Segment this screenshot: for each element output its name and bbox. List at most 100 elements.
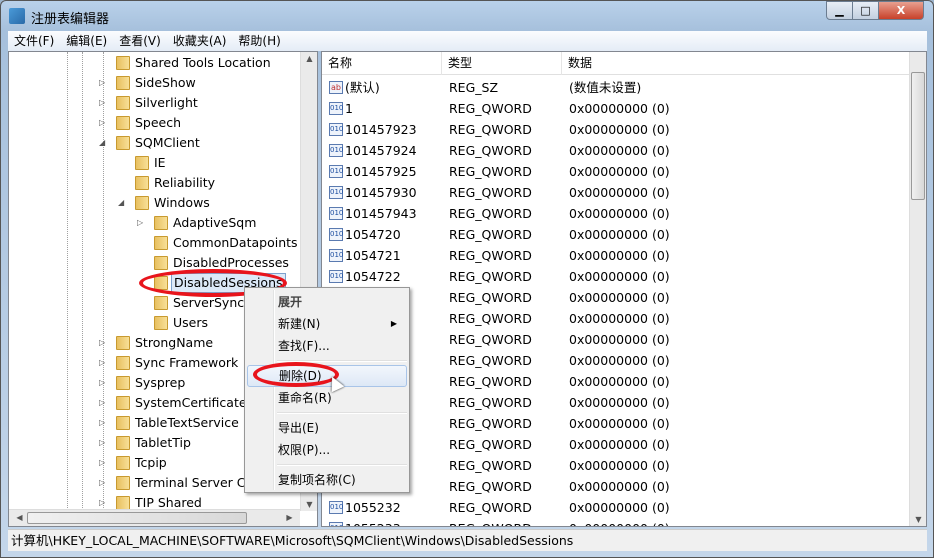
minimize-button[interactable]: ▁ [826,1,853,20]
menu-1[interactable]: 编辑(E) [60,31,113,51]
cell-name: 1 [345,101,353,116]
expand-arrow-icon[interactable]: ▷ [99,433,108,453]
table-row[interactable]: 010REG_QWORD0x00000000 (0) [322,476,910,497]
column-type[interactable]: 类型 [442,52,562,75]
value-list: 名称 类型 数据 ab (默认) REG_SZ (数值未设置) 010 1 REG_QWOR… [321,51,927,527]
expand-arrow-icon[interactable]: ▷ [99,393,108,413]
table-row[interactable]: 010 101457930 REG_QWORD 0x00000000 (0) [322,182,910,203]
menu-0[interactable]: 文件(F) [8,31,60,51]
tree-item[interactable]: ◢ SQMClient [9,133,299,153]
table-row[interactable]: 010 1054721 REG_QWORD 0x00000000 (0) [322,245,910,266]
cell-type: REG_QWORD [449,143,532,158]
expand-arrow-icon[interactable]: ▷ [99,113,108,133]
table-row[interactable]: 0101055233 REG_QWORD 0x00000000 (0) [322,518,910,526]
expand-arrow-icon[interactable]: ▷ [99,353,108,373]
scroll-up-arrow-icon[interactable]: ▲ [301,54,317,63]
column-data[interactable]: 数据 [562,52,910,75]
cell-type: REG_QWORD [449,164,532,179]
context-menu-item[interactable]: 权限(P)... [247,439,407,461]
folder-icon [116,116,130,130]
table-row[interactable]: 010 101457943 REG_QWORD 0x00000000 (0) [322,203,910,224]
scrollbar-thumb[interactable] [911,72,925,200]
tree-horizontal-scrollbar[interactable]: ◀ ▶ [9,509,300,526]
tree-item[interactable]: ▷ Silverlight [9,93,299,113]
list-vertical-scrollbar[interactable]: ▲ ▼ [909,52,926,526]
table-row[interactable]: 010REG_QWORD0x00000000 (0) [322,455,910,476]
table-row[interactable]: 010 1 REG_QWORD 0x00000000 (0) [322,98,910,119]
table-row[interactable]: 010REG_QWORD0x00000000 (0) [322,329,910,350]
folder-icon [135,196,149,210]
cell-name: 101457925 [345,164,417,179]
window-title: 注册表编辑器 [31,12,110,27]
expand-arrow-icon[interactable]: ▷ [99,73,108,93]
menu-4[interactable]: 帮助(H) [232,31,286,51]
table-row[interactable]: 010REG_QWORD0x00000000 (0) [322,413,910,434]
close-button[interactable]: X [878,1,924,20]
tree-item[interactable]: IE [9,153,299,173]
table-row[interactable]: 010REG_QWORD0x00000000 (0) [322,287,910,308]
table-row[interactable]: 010 1054720 REG_QWORD 0x00000000 (0) [322,224,910,245]
table-row[interactable]: 010REG_QWORD0x00000000 (0) [322,371,910,392]
expand-arrow-icon[interactable]: ▷ [99,473,108,493]
binary-value-icon: 010 [329,270,343,283]
cell-data: 0x00000000 (0) [569,518,670,526]
maximize-button[interactable]: □ [852,1,879,20]
table-row[interactable]: 010 101457925 REG_QWORD 0x00000000 (0) [322,161,910,182]
cell-data: 0x00000000 (0) [569,227,670,242]
tree-item[interactable]: ▷ AdaptiveSqm [9,213,299,233]
expand-arrow-icon[interactable]: ▷ [99,453,108,473]
context-menu-item[interactable]: 查找(F)... [247,335,407,357]
collapse-arrow-icon[interactable]: ◢ [118,193,127,213]
cell-data: 0x00000000 (0) [569,164,670,179]
tree-item[interactable]: ▷ Speech [9,113,299,133]
context-menu-item[interactable]: 重命名(R) [247,387,407,409]
expand-arrow-icon[interactable]: ▷ [99,373,108,393]
context-menu-item[interactable]: 导出(E) [247,417,407,439]
expand-arrow-icon[interactable]: ▷ [99,333,108,353]
table-row[interactable]: 010 101457924 REG_QWORD 0x00000000 (0) [322,140,910,161]
tree-item[interactable]: CommonDatapoints [9,233,299,253]
expand-arrow-icon[interactable]: ▷ [99,413,108,433]
table-row[interactable]: 010 1054722 REG_QWORD 0x00000000 (0) [322,266,910,287]
folder-icon [135,156,149,170]
table-row[interactable]: 010REG_QWORD0x00000000 (0) [322,308,910,329]
context-menu-item[interactable]: 新建(N) ▶ [247,313,407,335]
tree-item-label: TableTextService [135,415,239,430]
table-row[interactable]: 010REG_QWORD0x00000000 (0) [322,434,910,455]
scroll-down-arrow-icon[interactable]: ▼ [301,500,317,509]
table-row[interactable]: ab (默认) REG_SZ (数值未设置) [322,77,910,98]
cell-type: REG_QWORD [449,458,532,473]
cell-name: 101457924 [345,143,417,158]
scroll-down-arrow-icon[interactable]: ▼ [910,515,926,524]
expand-arrow-icon[interactable]: ▷ [137,213,146,233]
cell-data: 0x00000000 (0) [569,206,670,221]
scroll-left-arrow-icon[interactable]: ◀ [11,513,28,522]
collapse-arrow-icon[interactable]: ◢ [99,133,108,153]
table-row[interactable]: 010REG_QWORD0x00000000 (0) [322,392,910,413]
tree-item[interactable]: ◢ Windows [9,193,299,213]
cell-type: REG_QWORD [449,374,532,389]
scroll-right-arrow-icon[interactable]: ▶ [281,513,298,522]
menu-2[interactable]: 查看(V) [113,31,167,51]
table-row[interactable]: 010 1055232 REG_QWORD 0x00000000 (0) [322,497,910,518]
tree-item[interactable]: ▷ SideShow [9,73,299,93]
tree-item[interactable]: Reliability [9,173,299,193]
table-row[interactable]: 010REG_QWORD0x00000000 (0) [322,350,910,371]
tree-item-label: Speech [135,115,182,130]
tree-item-label: Users [173,315,209,330]
binary-value-icon: 010 [329,165,343,178]
binary-value-icon: 010 [329,501,343,514]
tree-item[interactable]: Shared Tools Location [9,53,299,73]
expand-arrow-icon[interactable]: ▷ [99,93,108,113]
menu-3[interactable]: 收藏夹(A) [167,31,233,51]
context-menu-item[interactable]: 展开 [247,291,407,313]
cell-type: REG_QWORD [449,101,532,116]
tree-item-label: TabletTip [135,435,191,450]
context-menu-item[interactable]: 复制项名称(C) [247,469,407,491]
scrollbar-thumb[interactable] [27,512,247,524]
tree-item[interactable]: DisabledProcesses [9,253,299,273]
tree-item-label: AdaptiveSqm [173,215,257,230]
table-row[interactable]: 010 101457923 REG_QWORD 0x00000000 (0) [322,119,910,140]
column-name[interactable]: 名称 [322,52,442,75]
cell-type: REG_QWORD [449,311,532,326]
